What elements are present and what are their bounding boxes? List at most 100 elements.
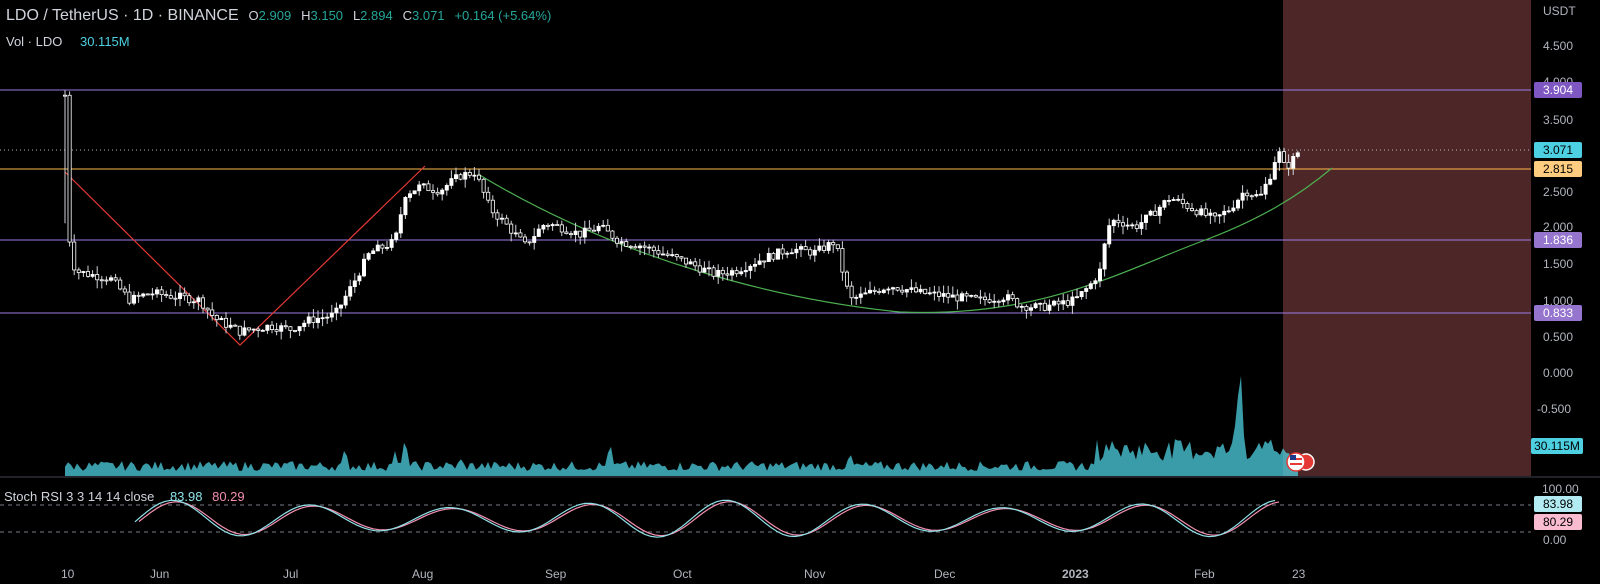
price-tick: 1.500 [1543, 257, 1573, 271]
volume-area [65, 376, 1298, 476]
candle-body [992, 300, 997, 303]
candle-body [762, 260, 767, 263]
candle-body [109, 277, 114, 281]
candle-body [311, 316, 316, 323]
candle-body [1121, 222, 1126, 227]
candle-body [518, 232, 523, 238]
price-label-volume[interactable]: 30.115M [1531, 438, 1583, 454]
candle-body [674, 254, 679, 258]
candle-body [661, 253, 666, 256]
candle-body [895, 287, 900, 291]
time-tick: Feb [1194, 567, 1215, 581]
candle-body [716, 269, 721, 277]
candle-body [440, 189, 445, 195]
price-label-rsi-d[interactable]: 80.29 [1534, 514, 1582, 530]
time-tick: Dec [934, 567, 955, 581]
candle-body [306, 316, 311, 324]
candle-body [1180, 198, 1185, 204]
price-label-0833[interactable]: 0.833 [1534, 305, 1582, 321]
candle-body [684, 257, 689, 265]
candle-body [854, 296, 859, 299]
candle-body [960, 293, 965, 302]
candle-body [1162, 200, 1167, 208]
candle-body [228, 324, 233, 328]
candle-body [127, 291, 132, 304]
candle-body [1254, 194, 1259, 197]
candle-body [513, 232, 518, 235]
candle-body [113, 277, 118, 281]
time-tick: Jun [150, 567, 169, 581]
candle-body [95, 274, 100, 281]
candle-body [325, 316, 330, 319]
volume-header[interactable]: Vol · LDO 30.115M [6, 34, 136, 49]
candle-body [826, 242, 831, 251]
candle-body [150, 293, 155, 296]
candle-body [1125, 224, 1130, 227]
candle-body [504, 217, 509, 225]
high-value: 3.150 [310, 8, 344, 23]
candle-body [1245, 192, 1250, 197]
candle-body [495, 212, 500, 220]
time-tick: Aug [412, 567, 433, 581]
candle-body [918, 288, 923, 293]
candle-body [720, 269, 725, 275]
candle-body [964, 293, 969, 297]
price-tick: 0.000 [1543, 366, 1573, 380]
stoch-rsi-header[interactable]: Stoch RSI 3 3 14 14 close 83.98 80.29 [4, 489, 251, 504]
price-label-3904[interactable]: 3.904 [1534, 82, 1582, 98]
candle-body [1203, 208, 1208, 216]
candle-body [265, 324, 270, 331]
price-label-1836[interactable]: 1.836 [1534, 232, 1582, 248]
price-label-last[interactable]: 3.071 [1534, 142, 1582, 158]
candle-body [532, 236, 537, 243]
candle-body [145, 293, 150, 296]
candle-body [453, 174, 458, 179]
candle-body [881, 289, 886, 293]
time-tick: Sep [545, 567, 567, 581]
candle-body [449, 178, 454, 186]
symbol-header[interactable]: LDO / TetherUS · 1D · BINANCE O2.909 H3.… [6, 7, 557, 25]
candle-body [955, 294, 960, 302]
candle-body [99, 279, 104, 282]
candle-body [725, 273, 730, 276]
candle-body [541, 224, 546, 230]
candle-body [509, 223, 514, 234]
candle-body [739, 271, 744, 275]
candle-body [656, 250, 661, 255]
candle-body [361, 258, 366, 277]
candle-body [1240, 192, 1245, 201]
candle-body [1217, 214, 1222, 217]
candle-body [812, 249, 817, 256]
time-axis[interactable]: 10 Jun Jul Aug Sep Oct Nov Dec 2023 Feb … [61, 567, 1306, 581]
red-trendline[interactable] [64, 165, 426, 346]
candle-body [1194, 210, 1199, 216]
candle-body [196, 297, 201, 303]
candle-body [789, 252, 794, 255]
candle-body [1130, 224, 1135, 227]
stoch-rsi-label: Stoch RSI 3 3 14 14 close [4, 489, 155, 504]
candle-body [412, 190, 417, 195]
candle-body [154, 289, 159, 295]
candle-body [182, 292, 187, 297]
candle-body [1277, 151, 1282, 163]
price-label-2815[interactable]: 2.815 [1534, 161, 1582, 177]
candle-body [72, 241, 77, 271]
candle-body [384, 247, 389, 249]
time-tick: 23 [1292, 567, 1306, 581]
axis-unit: USDT [1543, 4, 1576, 18]
candle-body [131, 294, 136, 304]
price-label-rsi-k[interactable]: 83.98 [1534, 496, 1582, 512]
candle-body [173, 297, 178, 300]
candle-body [417, 184, 422, 192]
us-flag-event-icon[interactable] [1286, 452, 1315, 472]
candle-body [605, 224, 610, 232]
price-tick: 3.500 [1543, 113, 1573, 127]
candle-body [564, 231, 569, 235]
candle-body [1134, 224, 1139, 229]
candle-body [375, 244, 380, 252]
candle-body [665, 253, 670, 256]
time-tick: 2023 [1062, 567, 1089, 581]
symbol-title[interactable]: LDO / TetherUS · 1D · BINANCE [6, 7, 239, 24]
candle-body [1042, 302, 1047, 311]
candle-body [932, 291, 937, 294]
